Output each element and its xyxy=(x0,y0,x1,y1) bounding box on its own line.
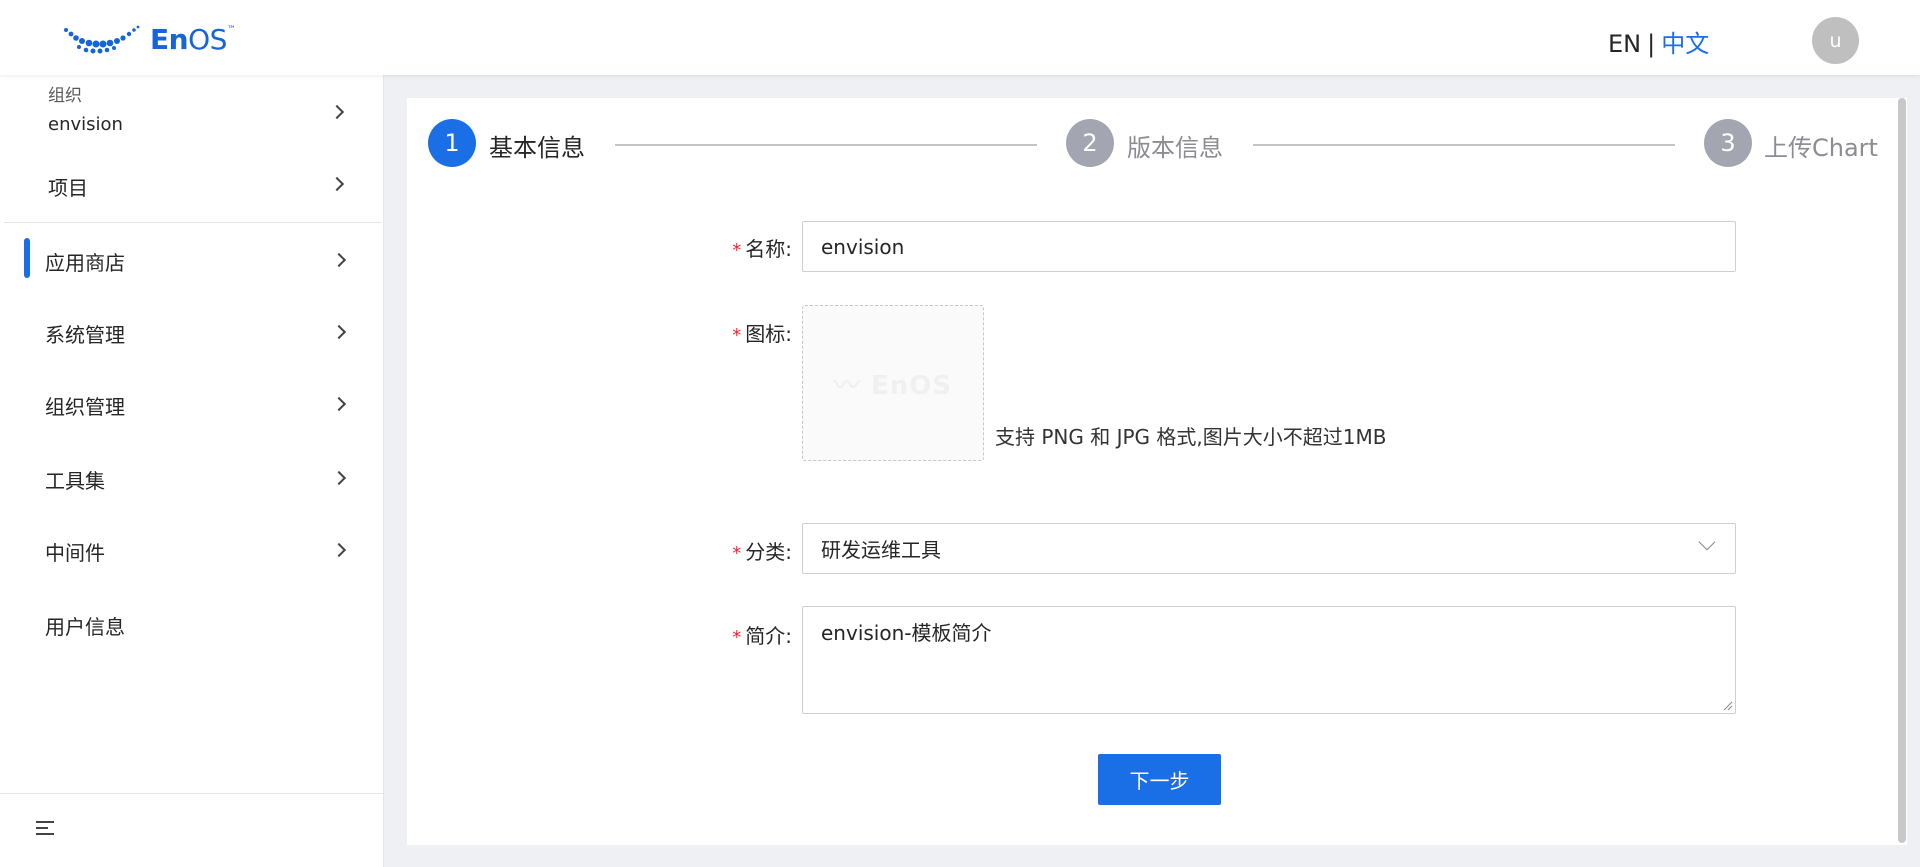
logo-dots-icon xyxy=(64,25,140,54)
active-indicator xyxy=(24,238,30,278)
lang-separator: | xyxy=(1647,30,1656,58)
step-connector-1 xyxy=(615,144,1037,146)
sidebar-item-system-management[interactable]: 系统管理 xyxy=(45,319,125,348)
org-selector[interactable]: 组织 envision xyxy=(48,81,348,135)
chevron-right-icon xyxy=(331,252,347,268)
icon-upload-area[interactable]: 〰 EnOS xyxy=(802,305,984,461)
sidebar-footer-divider xyxy=(0,793,384,794)
org-name: envision xyxy=(48,114,123,135)
chevron-right-icon xyxy=(331,324,347,340)
resize-grip-icon[interactable] xyxy=(1721,699,1733,711)
main-content-card xyxy=(407,98,1907,845)
sidebar-item-app-store[interactable]: 应用商店 xyxy=(45,247,125,276)
step-2-circle: 2 xyxy=(1066,119,1114,167)
sidebar: 组织 envision 项目 应用商店 系统管理 组织管理 工具集 中间件 用户… xyxy=(0,75,384,867)
sidebar-item-org-management[interactable]: 组织管理 xyxy=(45,391,125,420)
step-3-label: 上传Chart xyxy=(1764,134,1878,162)
top-header: EnOS™ EN | 中文 u xyxy=(0,0,1920,75)
category-select[interactable]: 研发运维工具 xyxy=(802,523,1736,574)
chevron-right-icon xyxy=(331,542,347,558)
sidebar-item-user-info[interactable]: 用户信息 xyxy=(45,611,125,640)
org-caption: 组织 xyxy=(48,86,82,106)
intro-label: * 简介: xyxy=(732,624,792,648)
vertical-scrollbar[interactable] xyxy=(1898,98,1906,843)
intro-textarea[interactable]: envision-模板简介 xyxy=(802,606,1736,714)
menu-collapse-icon[interactable] xyxy=(36,821,56,839)
lang-zh-link[interactable]: 中文 xyxy=(1661,30,1709,58)
step-1-circle: 1 xyxy=(428,119,476,167)
sidebar-item-toolset[interactable]: 工具集 xyxy=(45,465,105,494)
enos-logo[interactable]: EnOS™ xyxy=(62,22,236,56)
step-1-label: 基本信息 xyxy=(489,134,585,162)
project-chevron-right-icon[interactable] xyxy=(329,176,345,192)
chevron-right-icon xyxy=(331,396,347,412)
step-2-label: 版本信息 xyxy=(1127,134,1223,162)
name-label: * 名称: xyxy=(732,237,792,261)
icon-upload-hint: 支持 PNG 和 JPG 格式,图片大小不超过1MB xyxy=(995,425,1387,449)
logo-text: EnOS™ xyxy=(150,22,236,56)
chevron-right-icon xyxy=(331,470,347,486)
name-input[interactable]: envision xyxy=(802,221,1736,272)
language-switcher: EN | 中文 xyxy=(1608,24,1709,59)
user-avatar[interactable]: u xyxy=(1812,17,1859,64)
placeholder-logo-icon: 〰 EnOS xyxy=(833,370,953,401)
category-label: * 分类: xyxy=(732,540,792,564)
project-selector[interactable]: 项目 xyxy=(48,172,88,201)
lang-en-link[interactable]: EN xyxy=(1608,30,1641,58)
step-connector-2 xyxy=(1253,144,1675,146)
sidebar-divider xyxy=(4,222,382,223)
icon-label: * 图标: xyxy=(732,322,792,346)
sidebar-item-middleware[interactable]: 中间件 xyxy=(45,537,105,566)
step-3-circle: 3 xyxy=(1704,119,1752,167)
next-step-button[interactable]: 下一步 xyxy=(1098,754,1221,805)
